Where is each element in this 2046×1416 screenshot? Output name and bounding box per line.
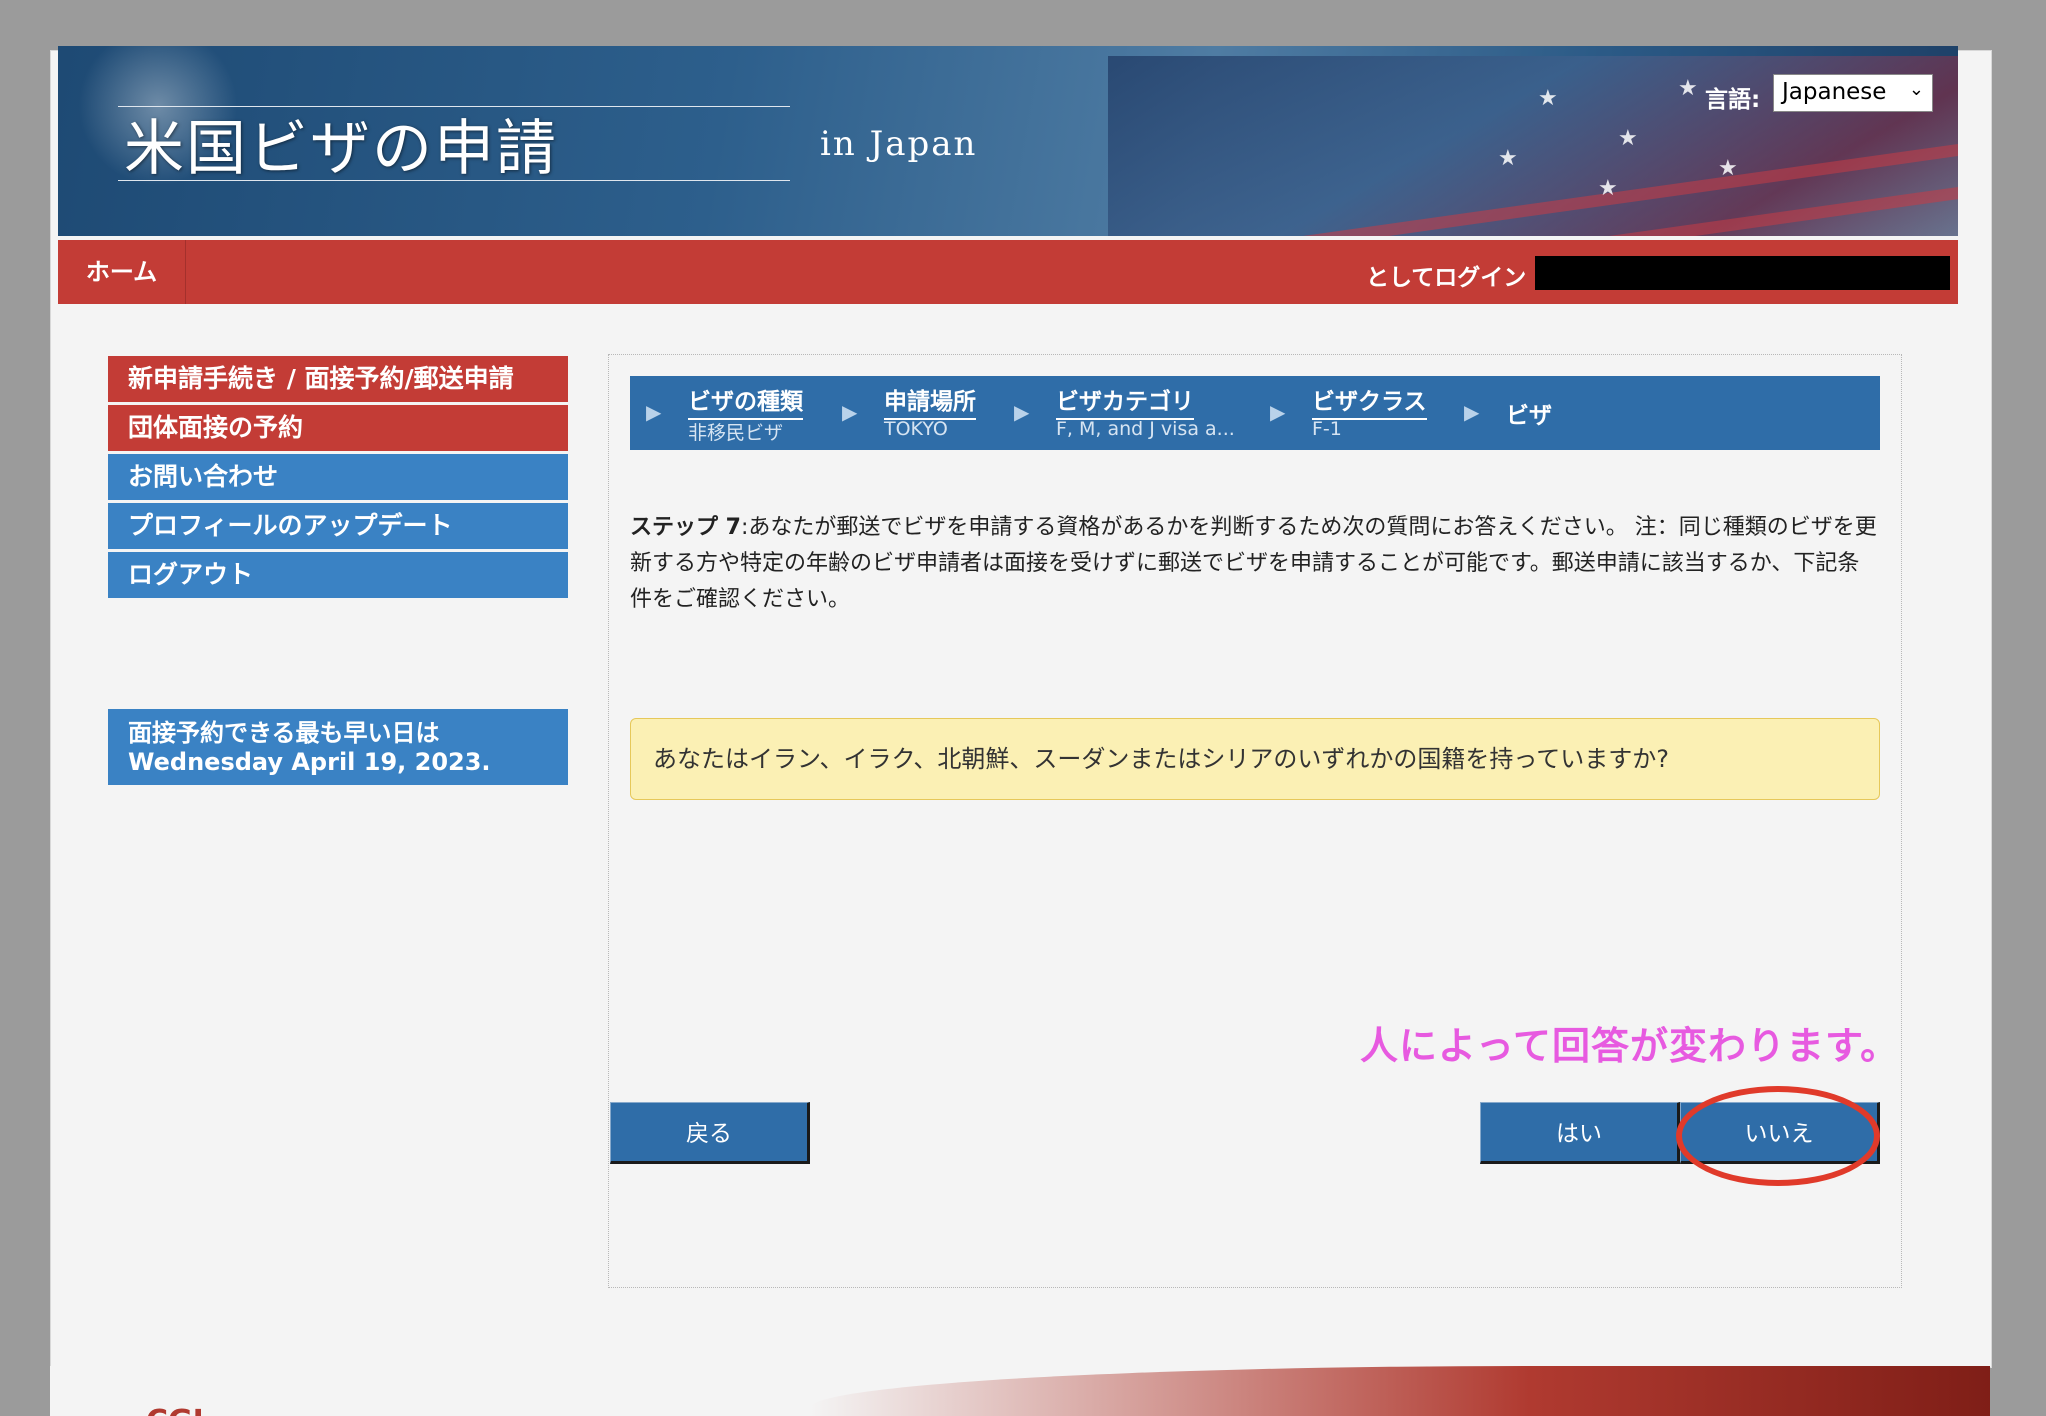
step-visa-type-value: 非移民ビザ <box>688 422 784 444</box>
chevron-down-icon: ⌄ <box>1908 79 1924 100</box>
username-redacted <box>1535 256 1950 290</box>
earliest-appointment-date: Wednesday April 19, 2023. <box>128 748 491 776</box>
step-location[interactable]: 申請場所 <box>884 382 976 420</box>
nav-home-link[interactable]: ホーム <box>58 240 186 304</box>
site-title: 米国ビザの申請 <box>124 114 558 184</box>
step-arrow-icon: ▶ <box>1014 400 1030 424</box>
step-arrow-icon: ▶ <box>842 400 858 424</box>
language-label: 言語: <box>1705 87 1761 113</box>
logged-in-label: としてログイン <box>1366 265 1527 291</box>
instructions-text: :あなたが郵送でビザを申請する資格があるかを判断するため次の質問にお答えください… <box>630 515 1877 612</box>
step-visa-category[interactable]: ビザカテゴリ <box>1056 382 1194 420</box>
back-button[interactable]: 戻る <box>610 1102 810 1164</box>
step-arrow-icon: ▶ <box>646 400 662 424</box>
step-visa: ビザ <box>1506 403 1552 429</box>
site-subtitle: in Japan <box>820 124 978 164</box>
footer: CGI <box>50 1366 1990 1416</box>
yes-button[interactable]: はい <box>1480 1102 1680 1164</box>
question-box: あなたはイラン、イラク、北朝鮮、スーダンまたはシリアのいずれかの国籍を持っていま… <box>630 718 1880 800</box>
step-arrow-icon: ▶ <box>1270 400 1286 424</box>
language-select[interactable]: Japanese ⌄ <box>1773 74 1933 112</box>
earliest-appointment-label: 面接予約できる最も早い日は <box>128 719 440 747</box>
sidebar-item-new-application[interactable]: 新申請手続き / 面接予約/郵送申請 <box>108 356 568 402</box>
nav-bar: ホーム としてログイン <box>58 240 1958 304</box>
language-value: Japanese <box>1782 79 1887 105</box>
step-visa-type[interactable]: ビザの種類 <box>688 382 803 420</box>
step-visa-class-value: F-1 <box>1312 418 1342 440</box>
sidebar-item-logout[interactable]: ログアウト <box>108 552 568 598</box>
footer-logo: CGI <box>146 1404 204 1416</box>
step-location-value: TOKYO <box>884 418 948 440</box>
step-visa-category-value: F, M, and J visa a... <box>1056 418 1235 440</box>
sidebar-item-update-profile[interactable]: プロフィールのアップデート <box>108 503 568 549</box>
sidebar-item-group-interview[interactable]: 団体面接の予約 <box>108 405 568 451</box>
step-label: ステップ 7 <box>630 515 741 540</box>
sidebar-item-contact[interactable]: お問い合わせ <box>108 454 568 500</box>
earliest-appointment-box: 面接予約できる最も早い日は Wednesday April 19, 2023. <box>108 709 568 785</box>
highlight-circle <box>1676 1086 1880 1186</box>
step-visa-class[interactable]: ビザクラス <box>1312 382 1427 420</box>
step-instructions: ステップ 7:あなたが郵送でビザを申請する資格があるかを判断するため次の質問にお… <box>630 510 1880 618</box>
step-arrow-icon: ▶ <box>1464 400 1480 424</box>
progress-steps: ▶ ビザの種類 非移民ビザ ▶ 申請場所 TOKYO ▶ ビザカテゴリ F, M… <box>630 376 1880 450</box>
annotation-note: 人によって回答が変わります。 <box>1360 1024 1900 1068</box>
